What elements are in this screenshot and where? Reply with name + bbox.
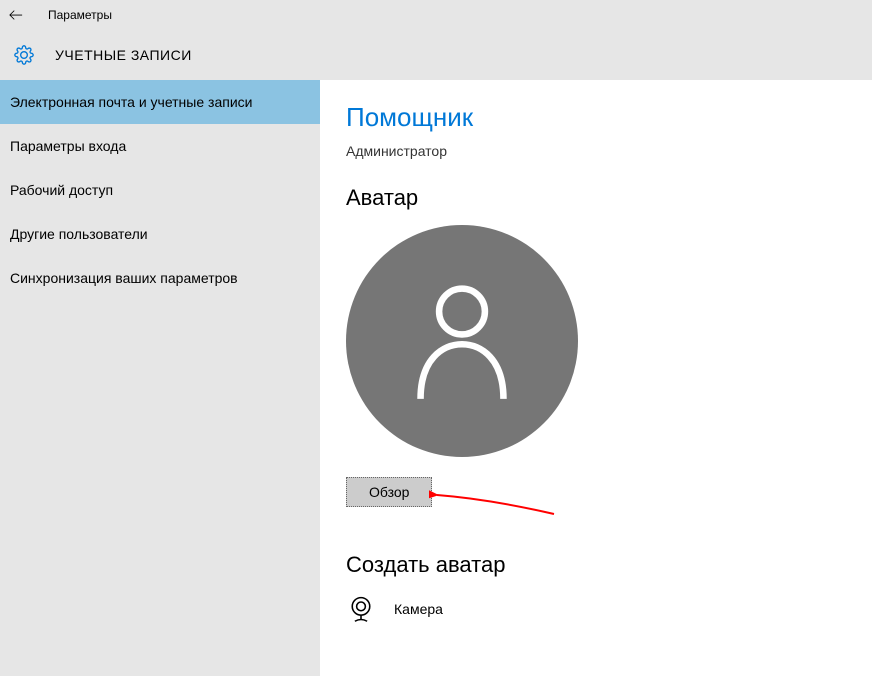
sidebar-item-label: Другие пользователи — [10, 226, 148, 242]
user-role: Администратор — [346, 143, 846, 159]
sidebar-item-other-users[interactable]: Другие пользователи — [0, 212, 320, 256]
browse-button[interactable]: Обзор — [346, 477, 432, 507]
gear-icon — [14, 45, 34, 65]
sidebar-item-label: Электронная почта и учетные записи — [10, 94, 252, 110]
sidebar-item-signin-options[interactable]: Параметры входа — [0, 124, 320, 168]
username-heading: Помощник — [346, 102, 846, 133]
sidebar-item-label: Рабочий доступ — [10, 182, 113, 198]
sidebar-item-label: Синхронизация ваших параметров — [10, 270, 238, 286]
camera-label: Камера — [394, 601, 443, 617]
page-title: УЧЕТНЫЕ ЗАПИСИ — [55, 47, 192, 63]
main-panel: Помощник Администратор Аватар Обзор Созд… — [320, 80, 872, 676]
sidebar-item-label: Параметры входа — [10, 138, 126, 154]
camera-option[interactable]: Камера — [346, 594, 846, 624]
sidebar: Электронная почта и учетные записи Парам… — [0, 80, 320, 676]
arrow-left-icon — [9, 8, 23, 22]
back-button[interactable] — [2, 1, 30, 29]
avatar-placeholder — [346, 225, 578, 457]
titlebar: Параметры — [0, 0, 872, 30]
person-icon — [407, 281, 517, 401]
create-avatar-title: Создать аватар — [346, 552, 846, 578]
window-title: Параметры — [48, 8, 112, 22]
avatar-section-title: Аватар — [346, 185, 846, 211]
sidebar-item-email-accounts[interactable]: Электронная почта и учетные записи — [0, 80, 320, 124]
sidebar-item-work-access[interactable]: Рабочий доступ — [0, 168, 320, 212]
header: УЧЕТНЫЕ ЗАПИСИ — [0, 30, 872, 80]
sidebar-item-sync-settings[interactable]: Синхронизация ваших параметров — [0, 256, 320, 300]
camera-icon — [346, 594, 376, 624]
